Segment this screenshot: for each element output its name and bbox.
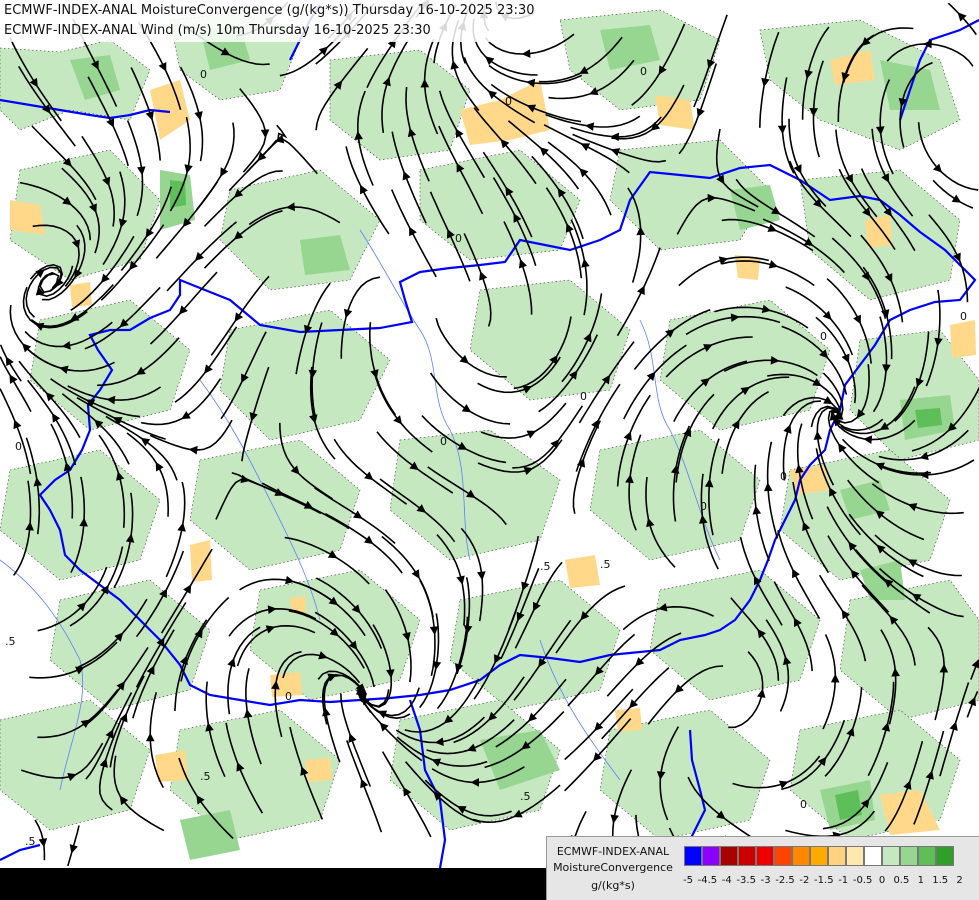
legend-tick-label: -2.5 <box>775 875 795 886</box>
legend-swatch <box>918 846 936 866</box>
legend-tick-label: -3.5 <box>736 875 756 886</box>
legend-swatch <box>864 846 882 866</box>
contour-label: .5 <box>200 770 211 783</box>
legend-variable: MoistureConvergence <box>553 861 673 874</box>
legend-swatch <box>846 846 864 866</box>
legend-tick-label: 1.5 <box>932 875 949 886</box>
contour-label: 0 <box>440 435 447 448</box>
legend-tick-label: -2 <box>799 875 810 886</box>
legend-source: ECMWF-INDEX-ANAL <box>556 845 670 858</box>
contour-label: 0 <box>960 310 967 323</box>
legend-swatch <box>756 846 774 866</box>
legend-swatch <box>774 846 792 866</box>
legend-tick-label: 0.5 <box>893 875 910 886</box>
legend-tick-label: 1 <box>917 875 924 886</box>
legend-unit: g/(kg*s) <box>591 879 635 892</box>
contour-label: 0 <box>580 390 587 403</box>
contour-label: .5 <box>25 835 36 848</box>
contour-label: 0 <box>820 330 827 343</box>
legend-tick-label: 0 <box>878 875 886 886</box>
title-wind: ECMWF-INDEX-ANAL Wind (m/s) 10m Thursday… <box>4 23 431 38</box>
legend-swatches <box>684 846 954 866</box>
contour-label: 0 <box>455 232 462 245</box>
map-title: ECMWF-INDEX-ANAL MoistureConvergence (g/… <box>0 0 539 42</box>
legend-ticks: -5 -4.5 -4 -3.5 -3 -2.5 -2 -1.5 -1 -0.5 0 0.5 1 1.5 2 <box>683 875 979 891</box>
legend-swatch <box>792 846 810 866</box>
contour-label: .5 <box>520 790 531 803</box>
legend-swatch <box>684 846 702 866</box>
contour-label: 0 <box>15 440 22 453</box>
legend-swatch <box>720 846 738 866</box>
contour-label: .5 <box>600 558 611 571</box>
legend-tick-label: -1.5 <box>814 875 834 886</box>
color-legend: ECMWF-INDEX-ANAL MoistureConvergence g/(… <box>546 836 979 900</box>
legend-tick-label: 2 <box>956 875 963 886</box>
legend-swatch <box>900 846 918 866</box>
contour-label: 0 <box>700 500 707 513</box>
title-moisture-convergence: ECMWF-INDEX-ANAL MoistureConvergence (g/… <box>4 3 535 18</box>
legend-tick-label: -3 <box>760 875 771 886</box>
legend-tick-label: -5 <box>683 875 693 886</box>
legend-tick-label: -1 <box>838 875 849 886</box>
contour-label: 0 <box>780 470 787 483</box>
legend-tick-label: -4.5 <box>697 875 718 886</box>
contour-label: 0 <box>800 798 807 811</box>
contour-label: 0 <box>640 65 647 78</box>
legend-swatch <box>702 846 720 866</box>
legend-tick-label: -0.5 <box>852 875 873 886</box>
moisture-convergence-map[interactable]: 000.5.5.50000000.5.5000.5 <box>0 0 979 900</box>
legend-swatch <box>828 846 846 866</box>
contour-label: .5 <box>5 635 16 648</box>
contour-label: 0 <box>505 95 512 108</box>
legend-swatch <box>738 846 756 866</box>
contour-label: 0 <box>285 690 292 703</box>
legend-swatch <box>810 846 828 866</box>
contour-label: .5 <box>540 560 551 573</box>
legend-swatch <box>882 846 900 866</box>
legend-tick-label: -4 <box>721 875 732 886</box>
contour-label: 0 <box>200 68 207 81</box>
legend-swatch <box>936 846 954 866</box>
